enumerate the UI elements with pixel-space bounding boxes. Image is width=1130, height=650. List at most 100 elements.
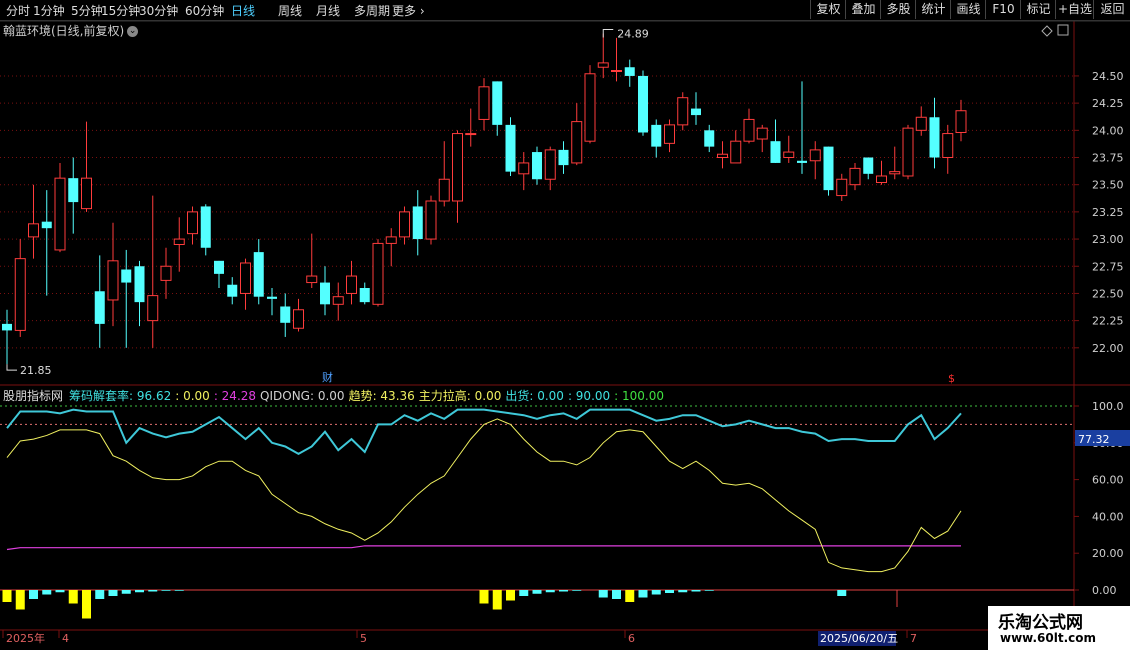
candle-body — [889, 171, 901, 175]
hist-bar — [704, 590, 714, 591]
candle-body — [756, 127, 768, 140]
price-tick-label: 22.25 — [1092, 315, 1124, 328]
candle-body — [797, 160, 807, 163]
candle-body — [399, 211, 410, 238]
candle-body — [465, 133, 477, 136]
series-cyan — [6, 408, 962, 455]
candle-body — [664, 124, 675, 144]
candle-body — [942, 133, 954, 158]
candle-body — [306, 275, 318, 284]
candle-body — [584, 73, 596, 142]
candle-body — [359, 288, 370, 303]
candle-body — [452, 133, 463, 202]
watermark-title: 乐淘公式网 — [998, 613, 1083, 633]
candle-body — [280, 306, 291, 323]
hist-bar — [174, 590, 184, 591]
date-label: 6 — [628, 632, 635, 645]
candle-body — [346, 275, 357, 294]
candle-body — [94, 291, 105, 324]
candle-body — [809, 149, 821, 162]
candle-body — [783, 151, 795, 158]
candle-body — [876, 175, 887, 184]
hist-bar — [651, 590, 661, 595]
candle-body — [412, 206, 423, 240]
indicator-value: : 100.00 — [614, 389, 665, 403]
ind-tick-label: 20.00 — [1092, 547, 1124, 560]
candle-body — [863, 157, 874, 174]
candle-body — [173, 238, 185, 245]
indicator-value: : 0.00 — [175, 389, 210, 403]
hist-bar — [572, 590, 582, 591]
series-magenta — [6, 545, 961, 551]
price-tick-label: 23.00 — [1092, 233, 1124, 246]
hist-bar — [545, 590, 555, 593]
price-tick-label: 24.50 — [1092, 70, 1124, 83]
candle-body — [597, 62, 609, 68]
indicator-value: : 90.00 — [567, 389, 611, 403]
candle-body — [2, 323, 12, 331]
hist-bar — [2, 590, 12, 602]
candle-body — [478, 86, 490, 120]
ind-tick-label: 40.00 — [1092, 510, 1124, 523]
hist-bar — [82, 590, 91, 619]
indicator-legend: 股朋指标网 筹码解套率: 96.62: 0.00: 24.28 QIDONG: 0.… — [3, 387, 668, 404]
hist-bar — [837, 590, 847, 596]
series-yellow — [6, 418, 962, 573]
hist-bar — [479, 590, 489, 604]
hist-bar — [506, 590, 515, 601]
indicator-name[interactable]: 股朋指标网 — [3, 389, 63, 403]
candle-body — [730, 140, 742, 164]
diamond-icon — [1041, 25, 1053, 37]
candle-body — [14, 258, 26, 331]
hist-bar — [68, 590, 78, 604]
candle-body — [385, 236, 397, 244]
hist-bar — [121, 590, 131, 594]
candle-body — [743, 118, 755, 142]
indicator-value: 出货: 0.00 — [505, 389, 564, 403]
hist-bar — [559, 590, 568, 592]
candle-body — [372, 242, 384, 305]
hist-bar — [598, 590, 608, 598]
price-tick-label: 23.50 — [1092, 179, 1124, 192]
price-tick-label: 22.00 — [1092, 342, 1124, 355]
hist-bar — [148, 590, 158, 592]
candle-body — [677, 97, 689, 126]
candle-body — [558, 149, 569, 166]
candle-body — [134, 266, 145, 303]
candle-body — [691, 108, 701, 116]
current-value-label: 77.32 — [1078, 433, 1110, 446]
candle-body — [544, 149, 556, 180]
candle-body — [929, 117, 940, 158]
ind-tick-label: 60.00 — [1092, 474, 1124, 487]
candle-body — [704, 130, 715, 147]
candle-body — [267, 296, 277, 299]
indicator-value: : 24.28 — [213, 389, 257, 403]
high-label: 24.89 — [617, 28, 649, 41]
candle-body — [915, 116, 927, 131]
candle-body — [571, 121, 583, 164]
candle-body — [425, 200, 437, 240]
candle-body — [717, 153, 728, 159]
hist-bar — [625, 590, 635, 602]
chart-canvas[interactable]: 24.50 24.25 24.00 23.75 23.50 23.25 23.00 22.75… — [0, 0, 1130, 650]
candle-body — [121, 269, 132, 283]
candle-body — [240, 262, 251, 294]
hist-bar — [532, 590, 542, 594]
hist-bar — [108, 590, 118, 596]
hist-bar — [612, 590, 621, 599]
candle-body — [836, 178, 848, 197]
candle-body — [505, 124, 516, 172]
candle-body — [68, 178, 79, 203]
indicator-value: 筹码解套率: 96.62 — [69, 389, 172, 403]
hist-bar — [55, 590, 65, 593]
candle-body — [902, 127, 914, 177]
candle-body — [532, 152, 542, 180]
indicator-value: QIDONG: 0.00 — [260, 389, 345, 403]
hist-bar — [665, 590, 674, 593]
dollar-marker: $ — [948, 372, 955, 385]
candle-body — [492, 81, 503, 125]
date-label: 7 — [910, 632, 917, 645]
price-tick-label: 23.25 — [1092, 206, 1124, 219]
date-label: 5 — [360, 632, 367, 645]
hist-bar — [161, 590, 171, 591]
